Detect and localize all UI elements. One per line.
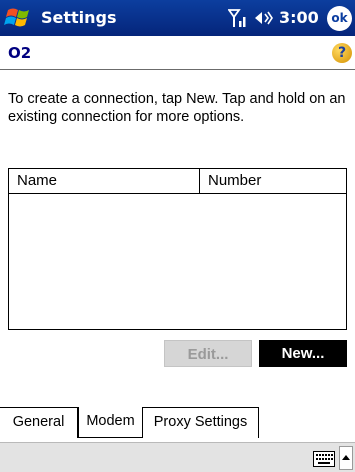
windows-start-icon[interactable] xyxy=(4,4,36,32)
help-icon[interactable]: ? xyxy=(332,43,352,63)
instructions-text: To create a connection, tap New. Tap and… xyxy=(8,91,346,125)
app-title: Settings xyxy=(41,8,117,27)
page-title: O2 xyxy=(8,44,32,62)
input-menu-arrow-icon[interactable] xyxy=(339,446,353,470)
volume-icon[interactable] xyxy=(254,9,274,27)
signal-icon[interactable] xyxy=(228,8,248,28)
tab-general[interactable]: General xyxy=(0,407,78,438)
edit-button[interactable]: Edit... xyxy=(164,340,252,367)
new-button[interactable]: New... xyxy=(259,340,347,367)
tab-proxy-settings[interactable]: Proxy Settings xyxy=(143,407,259,438)
connection-list[interactable]: Name Number xyxy=(8,168,347,330)
title-bar: Settings 3:00 ok xyxy=(0,0,355,36)
ok-button[interactable]: ok xyxy=(327,6,352,31)
tab-strip: General Modem Proxy Settings xyxy=(0,407,355,438)
column-header-number[interactable]: Number xyxy=(201,169,346,193)
header-divider xyxy=(0,69,355,70)
clock[interactable]: 3:00 xyxy=(279,8,319,27)
tab-modem[interactable]: Modem xyxy=(78,407,143,438)
list-header: Name Number xyxy=(9,169,346,194)
keyboard-icon[interactable] xyxy=(313,451,335,467)
command-bar xyxy=(0,442,355,472)
column-header-name[interactable]: Name xyxy=(9,169,200,193)
